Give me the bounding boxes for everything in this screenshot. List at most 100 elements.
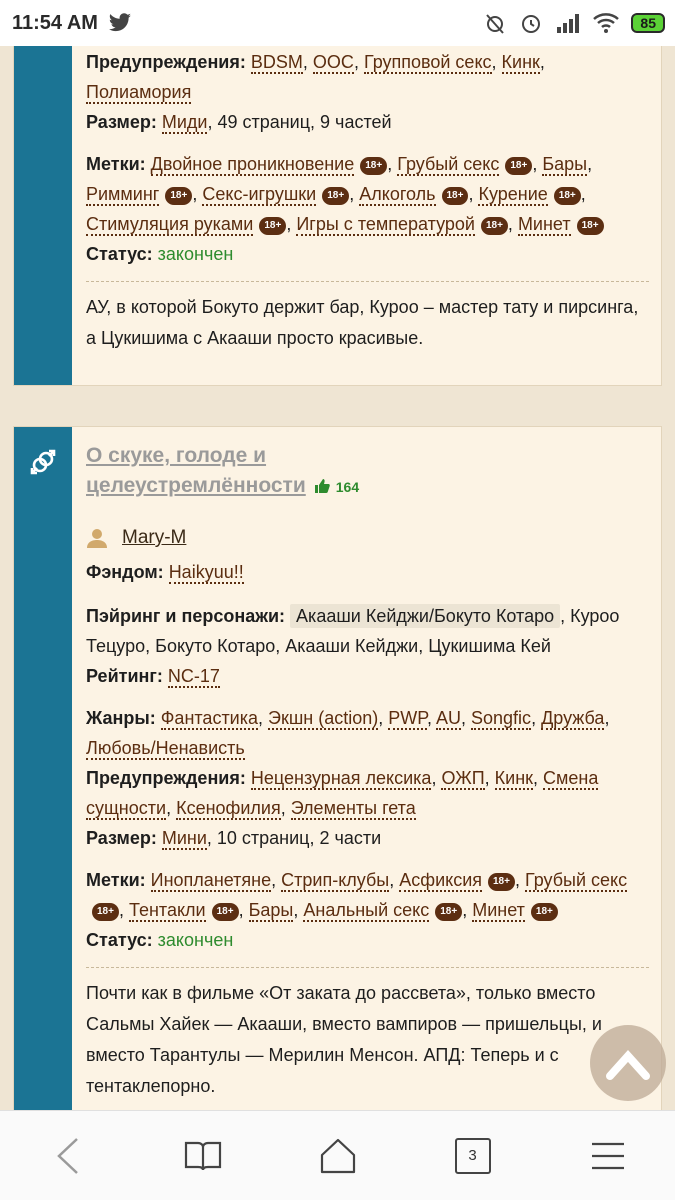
genre-link[interactable]: Экшн (action)	[268, 708, 379, 730]
warning-link[interactable]: Ксенофилия	[176, 798, 281, 820]
tag-link[interactable]: Римминг	[86, 184, 160, 206]
tag-link[interactable]: Грубый секс	[397, 154, 500, 176]
tag-link[interactable]: Анальный секс	[303, 900, 430, 922]
genres-row: Жанры: Фантастика, Экшн (action), PWP, A…	[86, 708, 610, 760]
tag-link[interactable]: Игры с температурой	[296, 214, 475, 236]
author-row: Mary-M	[86, 527, 649, 549]
genre-link[interactable]: AU	[435, 708, 461, 730]
tag-link[interactable]: Бары	[248, 900, 294, 922]
adult-badge: 18+	[505, 157, 533, 175]
warning-link[interactable]: Кинк	[501, 52, 540, 74]
status-label: Статус:	[86, 930, 153, 950]
status-bar: 11:54 AM 85	[0, 0, 675, 46]
fandom-row: Фэндом: Haikyuu!!	[86, 557, 649, 587]
adult-badge: 18+	[576, 217, 604, 235]
rating-link[interactable]: NC-17	[167, 666, 220, 688]
pairing-label: Пэйринг и персонажи:	[86, 606, 286, 626]
tag-link[interactable]: Секс-игрушки	[202, 184, 317, 206]
warning-link[interactable]: Элементы гета	[290, 798, 416, 820]
size-row: Размер: Миди, 49 страниц, 9 частей	[86, 107, 649, 137]
size-link[interactable]: Миди	[161, 112, 208, 134]
fic-title-line1[interactable]: О скуке, голоде и	[86, 441, 649, 471]
genre-link[interactable]: Songfic	[471, 708, 532, 730]
rating-row: Рейтинг: NC-17	[86, 661, 649, 691]
pairing-text: , Куроо	[560, 606, 620, 626]
fandom-link[interactable]: Haikyuu!!	[168, 562, 244, 584]
book-icon	[184, 1141, 221, 1170]
tabs-count: 3	[468, 1147, 477, 1164]
author-link[interactable]: Mary-M	[122, 527, 186, 549]
tag-link[interactable]: Двойное проникновение	[150, 154, 355, 176]
thumbs-up-icon	[314, 479, 330, 493]
menu-button[interactable]	[578, 1126, 638, 1186]
adult-badge: 18+	[530, 903, 558, 921]
tag-link[interactable]: Минет	[517, 214, 571, 236]
genre-link[interactable]: Любовь/Ненависть	[86, 738, 245, 760]
adult-badge: 18+	[480, 217, 508, 235]
warnings-label: Предупреждения:	[86, 768, 246, 788]
warning-link[interactable]: ОЖП	[441, 768, 485, 790]
back-button[interactable]	[38, 1126, 98, 1186]
adult-badge: 18+	[488, 873, 515, 891]
tag-link[interactable]: Тентакли	[128, 900, 206, 922]
tag-link[interactable]: Минет	[472, 900, 525, 922]
tag-link[interactable]: Асфиксия	[399, 870, 482, 892]
size-label: Размер:	[86, 112, 157, 132]
battery-indicator: 85	[631, 13, 665, 33]
size-label: Размер:	[86, 828, 157, 848]
genre-link[interactable]: Дружба	[541, 708, 605, 730]
warning-link[interactable]: OOC	[312, 52, 354, 74]
warnings-row: Предупреждения: BDSM, OOC, Групповой сек…	[86, 52, 545, 104]
pairing-text-2: Тецуро, Бокуто Котаро, Акааши Кейджи, Цу…	[86, 636, 551, 656]
direction-stripe	[14, 0, 72, 385]
hamburger-menu-icon	[591, 1142, 624, 1169]
fandom-label: Фэндом:	[86, 562, 164, 582]
adult-badge: 18+	[553, 187, 581, 205]
warning-link[interactable]: BDSM	[250, 52, 303, 74]
warning-link[interactable]: Групповой секс	[363, 52, 492, 74]
tag-link[interactable]: Инопланетяне	[150, 870, 272, 892]
twitter-icon	[108, 13, 131, 32]
warning-link[interactable]: Кинк	[494, 768, 534, 790]
warning-link[interactable]: Нецензурная лексика	[250, 768, 432, 790]
tag-link[interactable]: Стимуляция руками	[86, 214, 254, 236]
warnings-label: Предупреждения:	[86, 52, 246, 72]
home-button[interactable]	[308, 1126, 368, 1186]
fic-description: Почти как в фильме «От заката до рассвет…	[86, 983, 602, 1096]
divider	[86, 967, 649, 968]
size-row: Размер: Мини, 10 страниц, 2 части	[86, 823, 649, 853]
tags-label: Метки:	[86, 870, 146, 890]
size-link[interactable]: Мини	[161, 828, 207, 850]
tabs-button[interactable]: 3	[443, 1126, 503, 1186]
signal-icon	[557, 14, 580, 33]
tag-link[interactable]: Курение	[478, 184, 548, 206]
tag-link[interactable]: Бары	[542, 154, 588, 176]
fic-description: АУ, в которой Бокуто держит бар, Куроо –…	[86, 297, 639, 348]
genre-link[interactable]: PWP	[388, 708, 427, 730]
tag-link[interactable]: Грубый секс	[524, 870, 628, 892]
rating-label: Рейтинг:	[86, 666, 163, 686]
fic-title-line2[interactable]: целеустремлённости	[86, 474, 306, 497]
scroll-to-top-button[interactable]	[590, 1025, 666, 1101]
warning-link[interactable]: Полиамория	[86, 82, 192, 104]
status-value: закончен	[157, 244, 234, 264]
adult-badge: 18+	[435, 903, 463, 921]
slash-direction-icon	[30, 449, 56, 475]
adult-badge: 18+	[92, 903, 119, 921]
status-time: 11:54 AM	[12, 11, 98, 34]
bookmarks-button[interactable]	[173, 1126, 233, 1186]
status-row: Статус: закончен	[86, 925, 649, 955]
fanfic-card-2: О скуке, голоде и целеустремлённости 164 …	[13, 426, 662, 1126]
genre-link[interactable]: Фантастика	[160, 708, 259, 730]
size-text: , 10 страниц, 2 части	[206, 828, 382, 848]
tag-link[interactable]: Стрип-клубы	[281, 870, 390, 892]
status-label: Статус:	[86, 244, 153, 264]
tabs-count-box: 3	[454, 1137, 491, 1174]
tag-link[interactable]: Алкоголь	[359, 184, 436, 206]
status-value: закончен	[157, 930, 234, 950]
adult-badge: 18+	[322, 187, 350, 205]
fic-title[interactable]: О скуке, голоде и целеустремлённости 164	[86, 441, 649, 501]
adult-badge: 18+	[259, 217, 287, 235]
divider	[86, 281, 649, 282]
pairing-link[interactable]: Акааши Кейджи/Бокуто Котаро	[290, 604, 561, 628]
